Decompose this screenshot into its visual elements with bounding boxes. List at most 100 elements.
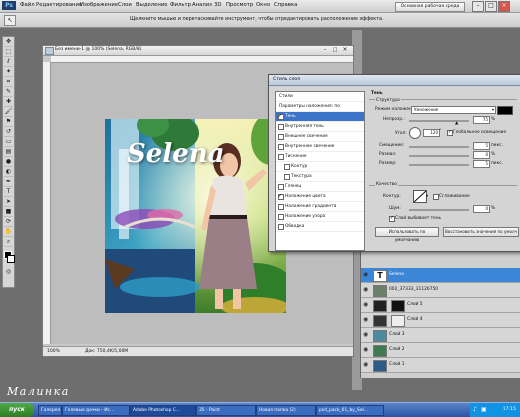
opacity-slider-thumb-icon[interactable]: ▲ (455, 121, 458, 126)
brush-tool-icon[interactable]: 🖌 (4, 108, 13, 117)
layer-row[interactable]: ◉ Слой 4 (361, 313, 520, 328)
dialog-titlebar[interactable]: Стиль слоя (269, 75, 520, 86)
minimize-window-button[interactable]: – (472, 1, 484, 12)
menu-layers[interactable]: Слои (118, 2, 132, 8)
history-brush-tool-icon[interactable]: ↺ (4, 128, 13, 137)
eraser-tool-icon[interactable]: ▭ (4, 138, 13, 147)
layer-row[interactable]: ◉ Слой 5 (361, 298, 520, 313)
network-icon[interactable]: ▣ (481, 406, 487, 413)
noise-slider[interactable] (409, 209, 469, 211)
clone-stamp-tool-icon[interactable]: ⚑ (4, 118, 13, 127)
menu-help[interactable]: Справка (274, 2, 297, 8)
visibility-eye-icon[interactable]: ◉ (363, 301, 370, 308)
menu-file[interactable]: Файл (20, 2, 35, 8)
size-slider[interactable] (409, 164, 469, 166)
menu-view[interactable]: Просмотр (226, 2, 253, 8)
zoom-level[interactable]: 100% (47, 349, 60, 354)
menu-filter[interactable]: Фильтр (170, 2, 191, 8)
visibility-eye-icon[interactable]: ◉ (363, 346, 370, 353)
spread-slider[interactable] (409, 155, 469, 157)
shadow-color-swatch[interactable] (497, 106, 513, 115)
menu-image[interactable]: Изображение (80, 2, 118, 8)
workspace-switcher-button[interactable]: Основная рабочая среда (395, 2, 465, 12)
styles-list-item[interactable]: Контур (276, 162, 364, 172)
styles-list-item[interactable]: Наложение цвета (276, 192, 364, 202)
reset-to-default-button[interactable]: Восстановить значения по умолч (443, 227, 519, 237)
shape-tool-icon[interactable]: ■ (4, 208, 13, 217)
style-checkbox[interactable] (284, 174, 290, 180)
visibility-eye-icon[interactable]: ◉ (363, 286, 370, 293)
styles-list-item[interactable]: Обводка (276, 222, 364, 232)
visibility-eye-icon[interactable]: ◉ (363, 271, 370, 278)
taskbar-item[interactable]: Галерея (38, 405, 62, 416)
doc-close-icon[interactable]: × (341, 47, 349, 53)
make-default-button[interactable]: Использовать по умолчанию (375, 227, 439, 242)
pen-tool-icon[interactable]: ✒ (4, 178, 13, 187)
doc-maximize-icon[interactable]: □ (331, 47, 339, 53)
layer-mask-thumbnail[interactable] (391, 315, 405, 327)
zoom-tool-icon[interactable]: ⌕ (4, 238, 13, 247)
style-checkbox[interactable] (278, 192, 284, 201)
menu-3d[interactable]: 3D (214, 2, 221, 8)
lasso-tool-icon[interactable]: ℓ (4, 58, 13, 67)
layer-mask-thumbnail[interactable] (391, 300, 405, 312)
start-button[interactable]: пуск (0, 403, 34, 417)
style-checkbox[interactable] (278, 144, 284, 150)
menu-edit[interactable]: Редактирование (36, 2, 82, 8)
menu-analysis[interactable]: Анализ (192, 2, 212, 8)
volume-icon[interactable]: ♪ (473, 406, 477, 413)
visibility-eye-icon[interactable]: ◉ (363, 316, 370, 323)
angle-dial[interactable] (409, 127, 421, 139)
close-window-button[interactable]: × (498, 1, 510, 12)
3d-rotate-tool-icon[interactable]: ⟳ (4, 218, 13, 227)
background-color-swatch[interactable] (7, 255, 15, 263)
layer-row[interactable]: ◉ 002_37333_31126750 (361, 283, 520, 298)
layer-row[interactable]: ◉ Слой 1 (361, 358, 520, 373)
distance-input[interactable]: 5 (473, 142, 490, 150)
horizontal-ruler[interactable] (51, 56, 353, 63)
contour-picker[interactable] (413, 190, 427, 203)
styles-list-item[interactable]: Текстура (276, 172, 364, 182)
styles-list-item[interactable]: Стили (276, 92, 364, 102)
move-tool-preset-icon[interactable]: ↖ (4, 15, 16, 26)
vertical-ruler[interactable] (43, 62, 51, 344)
style-checkbox[interactable] (278, 124, 284, 130)
menu-select[interactable]: Выделение (136, 2, 168, 8)
healing-brush-tool-icon[interactable]: ✚ (4, 98, 13, 107)
maximize-window-button[interactable]: □ (485, 1, 497, 12)
menu-window[interactable]: Окно (256, 2, 270, 8)
contour-dropdown-icon[interactable]: ▾ (426, 194, 428, 199)
style-checkbox[interactable] (278, 154, 284, 160)
styles-list-item[interactable]: Внутреннее свечение (276, 142, 364, 152)
magic-wand-tool-icon[interactable]: ✦ (4, 68, 13, 77)
angle-input[interactable]: 120 (423, 129, 440, 137)
size-input[interactable]: 5 (473, 160, 490, 168)
style-checkbox[interactable] (284, 164, 290, 170)
styles-list-item[interactable]: Тень (276, 112, 364, 122)
distance-slider[interactable] (409, 146, 469, 148)
style-checkbox[interactable] (278, 184, 284, 190)
visibility-eye-icon[interactable]: ◉ (363, 331, 370, 338)
move-tool-icon[interactable]: ✥ (4, 38, 13, 47)
styles-list-item[interactable]: Внешнее свечение (276, 132, 364, 142)
noise-input[interactable]: 0 (473, 205, 490, 213)
layer-row[interactable]: ◉ Слой 3 (361, 328, 520, 343)
hand-tool-icon[interactable]: ✋ (4, 228, 13, 237)
blend-mode-select[interactable]: Умножение ▾ (411, 106, 496, 114)
taskbar-item[interactable]: 35 - Paint (196, 405, 256, 416)
visibility-eye-icon[interactable]: ◉ (363, 361, 370, 368)
document-tab[interactable]: Без имени-1 @ 100% (Selena, RGB/8) – □ × (43, 46, 353, 56)
blur-tool-icon[interactable]: ● (4, 158, 13, 167)
style-checkbox[interactable] (278, 204, 284, 210)
dodge-tool-icon[interactable]: ◐ (4, 168, 13, 177)
styles-list-item[interactable]: Параметры наложения: по умолчанию (276, 102, 364, 118)
path-selection-tool-icon[interactable]: ➤ (4, 198, 13, 207)
marquee-tool-icon[interactable]: ⬚ (4, 48, 13, 57)
crop-tool-icon[interactable]: ⌗ (4, 78, 13, 87)
type-tool-icon[interactable]: T (4, 188, 13, 197)
artwork-image[interactable]: Selena (105, 119, 286, 313)
taskbar-item[interactable]: psd_pack_01_by_Sel... (316, 405, 384, 416)
gradient-tool-icon[interactable]: ▤ (4, 148, 13, 157)
styles-list-item[interactable]: Наложение градиента (276, 202, 364, 212)
layer-row[interactable]: ◉ T Selena (361, 268, 520, 283)
